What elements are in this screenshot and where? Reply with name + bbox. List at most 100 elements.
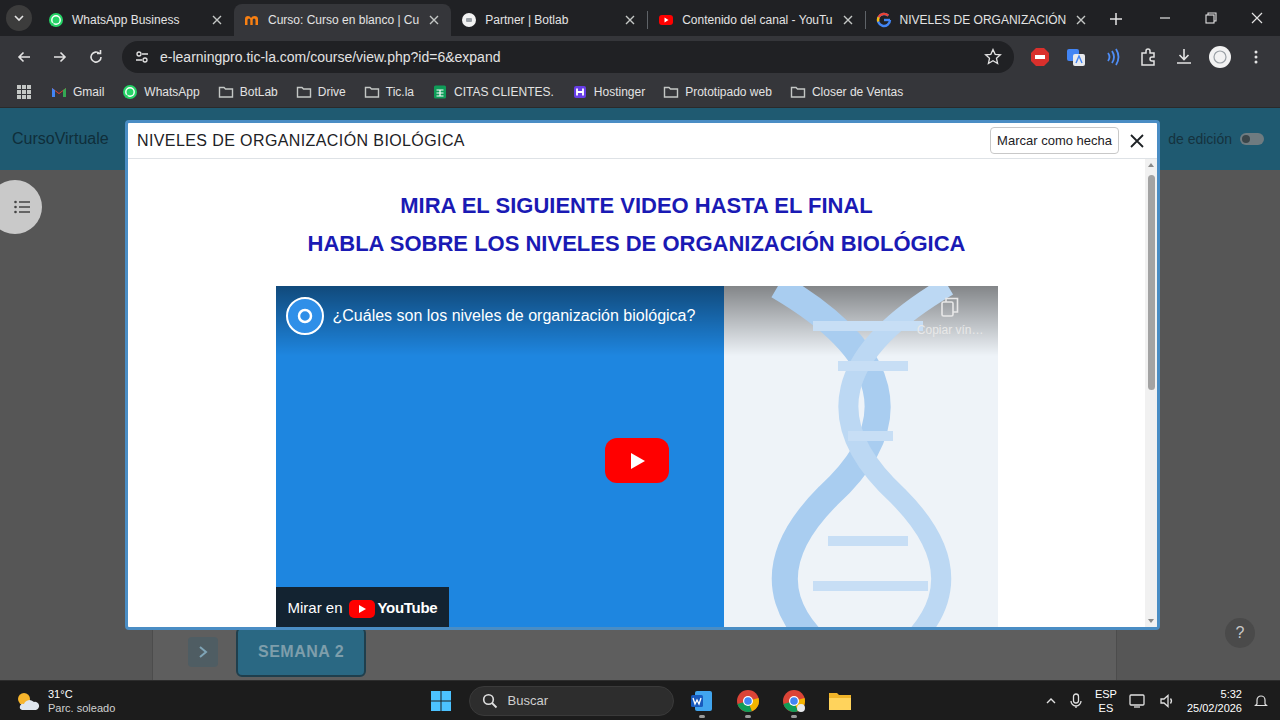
tab-label: Partner | Botlab bbox=[485, 11, 615, 29]
copy-link-button[interactable]: Copiar vín… bbox=[917, 297, 984, 339]
microphone-icon[interactable] bbox=[1069, 693, 1083, 709]
expand-chevron-icon[interactable] bbox=[188, 637, 218, 667]
edit-mode-label: de edición bbox=[1168, 129, 1232, 150]
gmail-icon bbox=[51, 84, 67, 100]
browser-tab[interactable]: Curso: Curso en blanco | Cu bbox=[234, 4, 451, 36]
tab-separator bbox=[865, 11, 866, 29]
weather-text: 31°CParc. soleado bbox=[48, 687, 115, 715]
weather-widget[interactable]: 31°CParc. soleado bbox=[0, 687, 423, 715]
watch-on-label: Mirar en bbox=[288, 597, 343, 620]
hidden-icons-chevron-icon[interactable] bbox=[1045, 695, 1057, 707]
tab-strip: WhatsApp Business Curso: Curso en blanco … bbox=[0, 0, 1280, 36]
file-explorer-icon[interactable] bbox=[822, 683, 858, 719]
instruction-heading: MIRA EL SIGUIENTE VIDEO HASTA EL FINAL bbox=[128, 187, 1145, 225]
bookmark-star-icon[interactable] bbox=[984, 48, 1002, 66]
botlab-icon bbox=[461, 12, 477, 28]
channel-logo-icon[interactable] bbox=[286, 297, 324, 335]
bookmark-label: Tic.la bbox=[386, 83, 414, 101]
site-settings-icon[interactable] bbox=[134, 49, 150, 65]
scroll-down-icon[interactable] bbox=[1147, 615, 1155, 627]
reload-icon[interactable] bbox=[80, 41, 112, 73]
bookmark[interactable]: Gmail bbox=[44, 80, 111, 104]
bookmark-label: WhatsApp bbox=[144, 83, 199, 101]
mark-done-button[interactable]: Marcar como hecha bbox=[990, 127, 1119, 155]
bookmark[interactable]: Closer de Ventas bbox=[783, 80, 910, 104]
tab-label: Curso: Curso en blanco | Cu bbox=[268, 11, 419, 29]
weather-temperature: 31°C bbox=[48, 687, 115, 701]
browser-tab[interactable]: Contenido del canal - YouTu bbox=[648, 4, 864, 36]
close-tab-icon[interactable] bbox=[841, 13, 855, 27]
clock[interactable]: 5:3225/02/2026 bbox=[1187, 687, 1242, 715]
close-tab-icon[interactable] bbox=[427, 13, 441, 27]
scroll-up-icon[interactable] bbox=[1147, 159, 1155, 171]
watch-on-youtube-button[interactable]: Mirar en YouTube bbox=[276, 587, 450, 627]
url-text[interactable]: e-learningpro.tic-la.com/course/view.php… bbox=[160, 47, 974, 68]
folder-icon bbox=[364, 84, 380, 100]
bookmark[interactable]: Hostinger bbox=[565, 80, 652, 104]
bookmark[interactable]: Drive bbox=[289, 80, 353, 104]
notifications-icon[interactable] bbox=[1254, 694, 1268, 708]
input-language[interactable]: ESPES bbox=[1095, 687, 1117, 715]
clock-date: 25/02/2026 bbox=[1187, 701, 1242, 715]
browser-toolbar: e-learningpro.tic-la.com/course/view.php… bbox=[0, 36, 1280, 78]
audio-extension-icon[interactable] bbox=[1096, 41, 1128, 73]
menu-icon[interactable] bbox=[1240, 41, 1272, 73]
translate-icon[interactable] bbox=[1060, 41, 1092, 73]
bookmark[interactable]: CITAS CLIENTES. bbox=[425, 80, 561, 104]
profile-avatar-icon[interactable] bbox=[1204, 41, 1236, 73]
browser-tab[interactable]: WhatsApp Business bbox=[38, 4, 234, 36]
tab-search-button[interactable] bbox=[6, 5, 32, 31]
site-brand[interactable]: CursoVirtuale bbox=[12, 127, 109, 151]
download-icon[interactable] bbox=[1168, 41, 1200, 73]
bookmark[interactable]: Prototipado web bbox=[656, 80, 779, 104]
close-icon[interactable] bbox=[1129, 133, 1145, 149]
adblock-icon[interactable] bbox=[1024, 41, 1056, 73]
windows-start-icon[interactable] bbox=[423, 683, 459, 719]
minimize-icon[interactable] bbox=[1142, 0, 1188, 36]
course-index-button[interactable] bbox=[0, 180, 42, 234]
modal-scrollbar[interactable] bbox=[1145, 159, 1157, 627]
word-icon[interactable] bbox=[684, 683, 720, 719]
bookmark-label: Gmail bbox=[73, 83, 104, 101]
browser-tab[interactable]: Partner | Botlab bbox=[451, 4, 647, 36]
chrome-profile-icon[interactable] bbox=[776, 683, 812, 719]
close-window-icon[interactable] bbox=[1234, 0, 1280, 36]
list-icon bbox=[14, 200, 30, 214]
video-title[interactable]: ¿Cuáles son los niveles de organización … bbox=[333, 297, 696, 326]
new-tab-icon[interactable] bbox=[1102, 5, 1130, 33]
close-tab-icon[interactable] bbox=[623, 13, 637, 27]
hostinger-icon bbox=[572, 84, 588, 100]
bookmark-label: Prototipado web bbox=[685, 83, 772, 101]
toggle-knob bbox=[1242, 135, 1250, 143]
extensions-icon[interactable] bbox=[1132, 41, 1164, 73]
help-button[interactable]: ? bbox=[1225, 618, 1255, 648]
video-player[interactable]: ¿Cuáles son los niveles de organización … bbox=[276, 286, 998, 627]
back-icon[interactable] bbox=[8, 41, 40, 73]
screen: WhatsApp Business Curso: Curso en blanco … bbox=[0, 0, 1280, 720]
edit-mode[interactable]: de edición bbox=[1168, 129, 1264, 150]
apps-icon[interactable] bbox=[8, 76, 40, 108]
taskbar-apps: Buscar bbox=[423, 683, 858, 719]
bookmark[interactable]: BotLab bbox=[211, 80, 285, 104]
address-bar[interactable]: e-learningpro.tic-la.com/course/view.php… bbox=[122, 41, 1014, 73]
folder-icon bbox=[790, 84, 806, 100]
restore-icon[interactable] bbox=[1188, 0, 1234, 36]
scrollbar-thumb[interactable] bbox=[1148, 175, 1155, 390]
forward-icon[interactable] bbox=[44, 41, 76, 73]
browser-tab[interactable]: NIVELES DE ORGANIZACIÓN bbox=[866, 4, 1099, 36]
close-tab-icon[interactable] bbox=[210, 13, 224, 27]
bookmark-label: Closer de Ventas bbox=[812, 83, 903, 101]
play-button[interactable] bbox=[605, 438, 669, 483]
bookmark[interactable]: Tic.la bbox=[357, 80, 421, 104]
bookmark-label: BotLab bbox=[240, 83, 278, 101]
taskbar-search[interactable]: Buscar bbox=[469, 686, 674, 716]
edit-mode-toggle[interactable] bbox=[1240, 133, 1264, 145]
youtube-logo: YouTube bbox=[349, 597, 438, 620]
network-icon[interactable] bbox=[1129, 693, 1147, 709]
bookmark[interactable]: WhatsApp bbox=[115, 80, 206, 104]
activity-modal: NIVELES DE ORGANIZACIÓN BIOLÓGICAMarcar … bbox=[125, 120, 1160, 630]
section-button[interactable]: SEMANA 2 bbox=[236, 627, 366, 677]
chrome-icon[interactable] bbox=[730, 683, 766, 719]
speaker-icon[interactable] bbox=[1159, 693, 1175, 709]
close-tab-icon[interactable] bbox=[1074, 13, 1088, 27]
